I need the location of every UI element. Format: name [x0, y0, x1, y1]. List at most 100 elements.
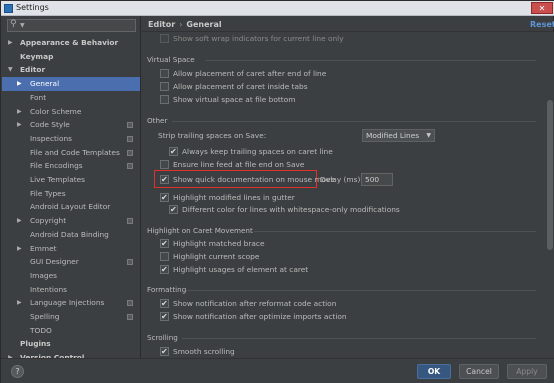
- apply-button[interactable]: Apply: [507, 364, 547, 379]
- help-button[interactable]: ?: [11, 365, 24, 378]
- option-label: Different color for lines with whitespac…: [182, 205, 400, 214]
- sidebar-item-keymap[interactable]: Keymap: [2, 50, 140, 64]
- ok-button[interactable]: OK: [417, 364, 451, 379]
- chevron-right-icon[interactable]: ▶: [8, 351, 13, 358]
- checkbox[interactable]: [160, 160, 169, 169]
- section-divider: [254, 231, 536, 232]
- scrollbar-thumb[interactable]: [547, 100, 553, 250]
- sidebar-item-label: Intentions: [30, 284, 68, 294]
- sidebar-item-gui-designer[interactable]: GUI Designer: [2, 255, 140, 269]
- content-scrollbar[interactable]: [546, 32, 554, 358]
- sidebar-item-label: Spelling: [30, 312, 60, 321]
- section-title-formatting: Formatting: [147, 285, 187, 294]
- sidebar-item-label: Appearance & Behavior: [20, 38, 119, 47]
- chevron-right-icon[interactable]: ▶: [17, 296, 22, 310]
- sidebar-item-file-encodings[interactable]: File Encodings: [2, 159, 140, 173]
- strip-spaces-dropdown[interactable]: Modified Lines ▼: [362, 129, 435, 142]
- strip-spaces-label: Strip trailing spaces on Save:: [158, 131, 267, 140]
- section-title-caret-movement: Highlight on Caret Movement: [147, 226, 253, 235]
- option-label: Smooth scrolling: [173, 347, 235, 356]
- chevron-down-icon[interactable]: ▼: [20, 22, 25, 29]
- sidebar-item-editor[interactable]: ▼ Editor: [2, 63, 140, 77]
- sidebar-item-general[interactable]: ▶ General: [2, 77, 140, 91]
- reset-link[interactable]: Reset: [530, 20, 554, 29]
- sidebar-item-label: Android Data Binding: [30, 229, 109, 239]
- sidebar-item-label: File and Code Templates: [30, 147, 120, 157]
- sidebar-item-images[interactable]: Images: [2, 269, 140, 283]
- settings-sidebar: ⚲ ▼ ▶ Appearance & Behavior Keymap ▼ Editor ▶…: [2, 16, 141, 358]
- sidebar-item-android-layout-editor[interactable]: Android Layout Editor: [2, 200, 140, 214]
- checkbox[interactable]: [160, 264, 169, 275]
- checkbox[interactable]: [160, 34, 169, 43]
- checkbox[interactable]: [160, 252, 169, 261]
- sidebar-item-android-data-binding[interactable]: Android Data Binding: [2, 228, 140, 242]
- app-icon: [4, 4, 13, 13]
- sidebar-item-label: Keymap: [20, 51, 54, 61]
- option-label: Show quick documentation on mouse move: [173, 175, 336, 184]
- chevron-right-icon[interactable]: ▶: [17, 118, 22, 132]
- sidebar-item-code-style[interactable]: ▶ Code Style: [2, 118, 140, 132]
- sidebar-item-live-templates[interactable]: Live Templates: [2, 173, 140, 187]
- sidebar-item-version-control[interactable]: ▶ Version Control: [2, 351, 140, 358]
- sidebar-item-appearance-behavior[interactable]: ▶ Appearance & Behavior: [2, 36, 140, 50]
- sidebar-item-color-scheme[interactable]: ▶ Color Scheme: [2, 105, 140, 119]
- search-field[interactable]: ⚲ ▼: [7, 19, 136, 32]
- option-label: Allow placement of caret inside tabs: [173, 82, 308, 91]
- settings-window: Settings ✕ ⚲ ▼ ▶ Appearance & Behavior Key…: [0, 0, 554, 383]
- sidebar-item-copyright[interactable]: ▶ Copyright: [2, 214, 140, 228]
- sidebar-item-label: Font: [30, 92, 47, 102]
- checkbox[interactable]: [160, 174, 169, 185]
- option-label: Ensure line feed at file end on Save: [173, 160, 305, 169]
- section-divider: [186, 290, 536, 291]
- chevron-right-icon[interactable]: ▶: [17, 105, 22, 119]
- section-divider: [172, 121, 536, 122]
- sidebar-item-file-types[interactable]: File Types: [2, 187, 140, 201]
- breadcrumb: Editor › General: [148, 20, 222, 29]
- sidebar-item-label: Language Injections: [30, 298, 105, 308]
- section-divider: [182, 338, 536, 339]
- sidebar-item-label: Live Templates: [30, 175, 86, 184]
- chevron-right-icon[interactable]: ▶: [17, 77, 22, 91]
- checkbox[interactable]: [160, 192, 169, 203]
- checkbox[interactable]: [160, 69, 169, 78]
- option-label: Show notification after optimize imports…: [173, 312, 347, 321]
- cancel-button[interactable]: Cancel: [459, 364, 499, 379]
- sidebar-item-file-and-code-templates[interactable]: File and Code Templates: [2, 146, 140, 160]
- breadcrumb-current: General: [186, 20, 222, 29]
- sidebar-item-inspections[interactable]: Inspections: [2, 132, 140, 146]
- chevron-right-icon[interactable]: ▶: [17, 214, 22, 228]
- sidebar-item-label: Emmet: [30, 243, 57, 253]
- checkbox[interactable]: [160, 298, 169, 309]
- sidebar-item-intentions[interactable]: Intentions: [2, 283, 140, 297]
- breadcrumb-separator: ›: [179, 20, 183, 29]
- checkbox[interactable]: [160, 346, 169, 357]
- sidebar-item-language-injections[interactable]: ▶ Language Injections: [2, 296, 140, 310]
- checkbox[interactable]: [169, 146, 178, 157]
- section-title-scrolling: Scrolling: [147, 333, 178, 342]
- option-label: Highlight current scope: [173, 252, 260, 261]
- settings-content: Show soft wrap indicators for current li…: [142, 32, 545, 358]
- project-scope-icon: [127, 135, 133, 142]
- chevron-right-icon[interactable]: ▶: [8, 36, 13, 50]
- checkbox[interactable]: [160, 238, 169, 249]
- dropdown-value: Modified Lines: [366, 131, 420, 140]
- title-bar: Settings ✕: [1, 1, 554, 16]
- checkbox[interactable]: [169, 204, 178, 215]
- sidebar-item-emmet[interactable]: ▶ Emmet: [2, 242, 140, 256]
- sidebar-item-font[interactable]: Font: [2, 91, 140, 105]
- sidebar-item-label: Images: [30, 270, 57, 280]
- option-label: Show soft wrap indicators for current li…: [173, 34, 344, 43]
- sidebar-item-label: Editor: [20, 65, 46, 75]
- chevron-right-icon[interactable]: ▶: [17, 242, 22, 256]
- sidebar-item-spelling[interactable]: Spelling: [2, 310, 140, 324]
- chevron-down-icon[interactable]: ▼: [8, 63, 13, 77]
- checkbox[interactable]: [160, 311, 169, 322]
- checkbox[interactable]: [160, 95, 169, 104]
- close-button[interactable]: ✕: [531, 2, 553, 14]
- sidebar-item-plugins[interactable]: Plugins: [2, 337, 140, 351]
- option-label: Highlight usages of element at caret: [173, 265, 309, 274]
- sidebar-item-label: Code Style: [30, 120, 70, 130]
- sidebar-item-todo[interactable]: TODO: [2, 324, 140, 338]
- delay-input[interactable]: 500: [361, 173, 393, 186]
- checkbox[interactable]: [160, 82, 169, 91]
